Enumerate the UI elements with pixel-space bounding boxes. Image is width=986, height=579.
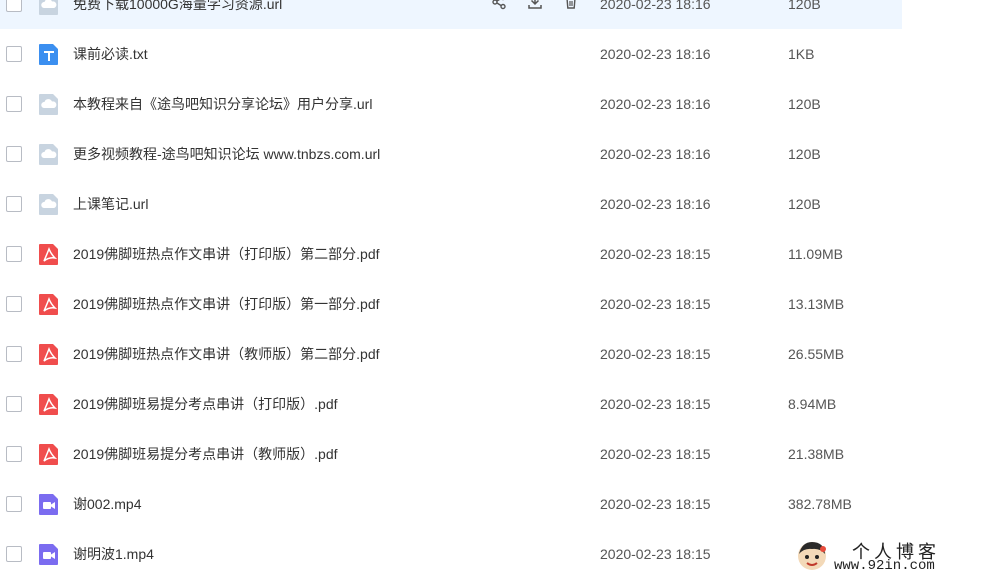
text-file-icon xyxy=(37,42,61,66)
file-modified-time: 2020-02-23 18:15 xyxy=(600,346,711,362)
file-row[interactable]: 2019佛脚班热点作文串讲（打印版）第一部分.pdf 2020-02-23 18:… xyxy=(0,279,902,329)
watermark: 个人博客 www.92in.com xyxy=(788,536,986,579)
file-row[interactable]: 2019佛脚班热点作文串讲（教师版）第二部分.pdf 2020-02-23 18:… xyxy=(0,329,902,379)
delete-button[interactable] xyxy=(560,0,582,15)
file-name[interactable]: 2019佛脚班易提分考点串讲（打印版）.pdf xyxy=(73,394,338,414)
file-modified-time: 2020-02-23 18:16 xyxy=(600,146,711,162)
video-file-icon xyxy=(37,542,61,566)
file-name[interactable]: 上课笔记.url xyxy=(73,194,148,214)
row-checkbox[interactable] xyxy=(6,446,22,462)
file-size: 21.38MB xyxy=(788,446,845,462)
video-file-icon xyxy=(37,492,61,516)
file-row[interactable]: 谢002.mp4 2020-02-23 18:15 382.78MB xyxy=(0,479,902,529)
file-size: 120B xyxy=(788,196,821,212)
pdf-file-icon xyxy=(37,392,61,416)
file-name[interactable]: 谢明波1.mp4 xyxy=(73,544,154,564)
file-size: 382.78MB xyxy=(788,496,852,512)
file-modified-time: 2020-02-23 18:16 xyxy=(600,96,711,112)
file-name[interactable]: 课前必读.txt xyxy=(73,44,148,64)
file-name[interactable]: 2019佛脚班热点作文串讲（打印版）第二部分.pdf xyxy=(73,244,380,264)
file-name[interactable]: 2019佛脚班易提分考点串讲（教师版）.pdf xyxy=(73,444,338,464)
file-row[interactable]: 2019佛脚班易提分考点串讲（教师版）.pdf 2020-02-23 18:15 2… xyxy=(0,429,902,479)
file-modified-time: 2020-02-23 18:16 xyxy=(600,46,711,62)
file-name[interactable]: 本教程来自《途鸟吧知识分享论坛》用户分享.url xyxy=(73,94,372,114)
cloud-link-file-icon xyxy=(37,92,61,116)
file-name[interactable]: 免费下载10000G海量学习资源.url xyxy=(73,0,282,14)
file-modified-time: 2020-02-23 18:15 xyxy=(600,296,711,312)
row-checkbox[interactable] xyxy=(6,96,22,112)
file-modified-time: 2020-02-23 18:16 xyxy=(600,0,711,12)
row-checkbox[interactable] xyxy=(6,196,22,212)
row-checkbox[interactable] xyxy=(6,246,22,262)
file-row[interactable]: 课前必读.txt 2020-02-23 18:16 1KB xyxy=(0,29,902,79)
watermark-url: www.92in.com xyxy=(834,558,935,574)
row-checkbox[interactable] xyxy=(6,46,22,62)
file-name[interactable]: 2019佛脚班热点作文串讲（打印版）第一部分.pdf xyxy=(73,294,380,314)
row-checkbox[interactable] xyxy=(6,0,22,12)
pdf-file-icon xyxy=(37,292,61,316)
row-actions xyxy=(488,0,582,15)
pdf-file-icon xyxy=(37,342,61,366)
share-icon xyxy=(491,0,507,15)
file-modified-time: 2020-02-23 18:15 xyxy=(600,546,711,562)
row-checkbox[interactable] xyxy=(6,396,22,412)
file-size: 26.55MB xyxy=(788,346,845,362)
file-modified-time: 2020-02-23 18:15 xyxy=(600,446,711,462)
file-modified-time: 2020-02-23 18:16 xyxy=(600,196,711,212)
delete-icon xyxy=(563,0,579,15)
file-row[interactable]: 2019佛脚班热点作文串讲（打印版）第二部分.pdf 2020-02-23 18:… xyxy=(0,229,902,279)
download-button[interactable] xyxy=(524,0,546,15)
file-name[interactable]: 2019佛脚班热点作文串讲（教师版）第二部分.pdf xyxy=(73,344,380,364)
file-modified-time: 2020-02-23 18:15 xyxy=(600,246,711,262)
row-checkbox[interactable] xyxy=(6,146,22,162)
file-size: 11.09MB xyxy=(788,246,843,262)
file-row[interactable]: 2019佛脚班易提分考点串讲（打印版）.pdf 2020-02-23 18:15 8… xyxy=(0,379,902,429)
cloud-link-file-icon xyxy=(37,192,61,216)
file-modified-time: 2020-02-23 18:15 xyxy=(600,396,711,412)
file-name[interactable]: 更多视频教程-途鸟吧知识论坛 www.tnbzs.com.url xyxy=(73,144,380,164)
file-row[interactable]: 上课笔记.url 2020-02-23 18:16 120B xyxy=(0,179,902,229)
file-list: 免费下载10000G海量学习资源.url 2020-02-23 18:16 120B… xyxy=(0,0,986,579)
row-checkbox[interactable] xyxy=(6,496,22,512)
row-checkbox[interactable] xyxy=(6,546,22,562)
file-modified-time: 2020-02-23 18:15 xyxy=(600,496,711,512)
download-icon xyxy=(527,0,543,15)
cloud-link-file-icon xyxy=(37,0,61,16)
file-name[interactable]: 谢002.mp4 xyxy=(73,494,141,514)
file-size: 120B xyxy=(788,0,821,12)
pdf-file-icon xyxy=(37,442,61,466)
file-row[interactable]: 更多视频教程-途鸟吧知识论坛 www.tnbzs.com.url 2020-02-… xyxy=(0,129,902,179)
file-row[interactable]: 免费下载10000G海量学习资源.url 2020-02-23 18:16 120B xyxy=(0,0,902,29)
file-row[interactable]: 谢明波1.mp4 2020-02-23 18:15 xyxy=(0,529,902,579)
file-size: 1KB xyxy=(788,46,815,62)
avatar-logo-icon xyxy=(798,542,826,570)
row-checkbox[interactable] xyxy=(6,346,22,362)
file-size: 13.13MB xyxy=(788,296,845,312)
file-row[interactable]: 本教程来自《途鸟吧知识分享论坛》用户分享.url 2020-02-23 18:16… xyxy=(0,79,902,129)
cloud-link-file-icon xyxy=(37,142,61,166)
file-size: 8.94MB xyxy=(788,396,837,412)
file-size: 120B xyxy=(788,96,821,112)
file-size: 120B xyxy=(788,146,821,162)
row-checkbox[interactable] xyxy=(6,296,22,312)
pdf-file-icon xyxy=(37,242,61,266)
share-button[interactable] xyxy=(488,0,510,15)
